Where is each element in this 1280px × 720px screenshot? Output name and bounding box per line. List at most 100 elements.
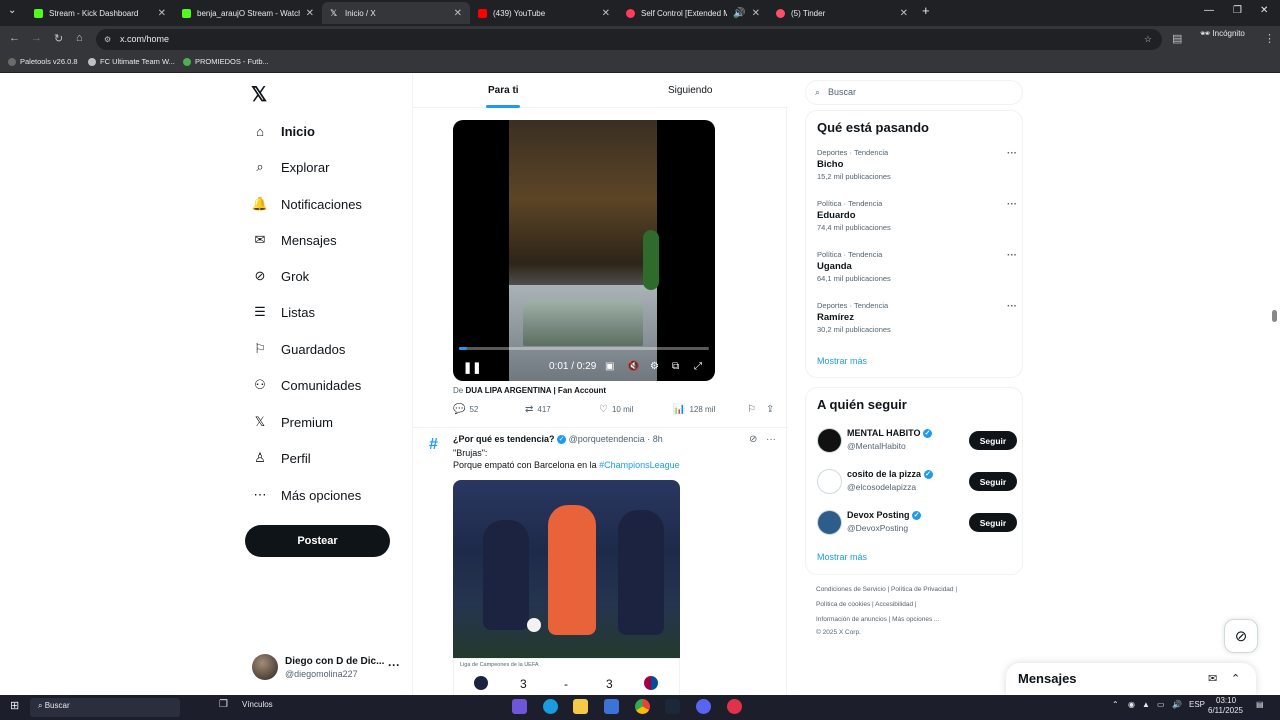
settings-icon[interactable]: ⚙	[650, 361, 659, 372]
search-input[interactable]: ⌕ Buscar	[805, 80, 1023, 105]
windows-start-icon[interactable]: ⊞	[10, 699, 19, 712]
tray-volume-icon[interactable]: 🔊	[1172, 700, 1182, 709]
tab-search-icon[interactable]: ⌄	[8, 5, 16, 16]
sidebar-item-perfil[interactable]: ♙ Perfil	[252, 448, 310, 468]
post-button[interactable]: Postear	[245, 525, 390, 557]
close-icon[interactable]: ✕	[752, 8, 760, 19]
tab-self-control[interactable]: Self Control [Extended Mix] 🔊 ✕	[618, 2, 768, 24]
hashtag-link[interactable]: #ChampionsLeague	[599, 460, 680, 470]
sidebar-item-premium[interactable]: 𝕏 Premium	[252, 412, 333, 432]
home-icon[interactable]: ⌂	[76, 32, 83, 44]
minimize-button[interactable]: —	[1204, 5, 1214, 16]
new-tab-button[interactable]: +	[922, 3, 930, 18]
sidebar-item-inicio[interactable]: ⌂ Inicio	[252, 121, 315, 141]
video-player[interactable]: ❚❚ 0:01 / 0:29 ▣ 🔇 ⚙ ⧉ ⤢	[453, 120, 715, 381]
reload-icon[interactable]: ↻	[54, 32, 63, 45]
bookmark-button[interactable]: ⚐	[747, 404, 756, 415]
edge-icon[interactable]	[543, 699, 558, 714]
taskbar-links[interactable]: Vínculos	[242, 700, 273, 709]
notification-center-icon[interactable]: ▤	[1256, 700, 1264, 709]
tab-kick-stream[interactable]: benja_araujO Stream - Watch L ✕	[174, 2, 322, 24]
back-icon[interactable]: ←	[9, 32, 20, 44]
sidebar-item-mensajes[interactable]: ✉ Mensajes	[252, 230, 337, 250]
follow-button[interactable]: Seguir	[969, 472, 1017, 491]
tab-youtube[interactable]: (439) YouTube ✕	[470, 2, 618, 24]
copilot-icon[interactable]	[512, 699, 527, 714]
site-info-icon[interactable]: ⚙	[104, 29, 111, 50]
close-icon[interactable]: ✕	[306, 8, 314, 19]
maximize-button[interactable]: ❐	[1233, 5, 1242, 16]
tray-chevron-icon[interactable]: ⌃	[1112, 700, 1119, 709]
close-icon[interactable]: ✕	[900, 8, 908, 19]
tab-x-home[interactable]: 𝕏 Inicio / X ✕	[322, 2, 470, 24]
address-bar[interactable]: ⚙ x.com/home ☆	[96, 29, 1162, 50]
more-icon[interactable]: ···	[1007, 250, 1017, 261]
tray-app-icon[interactable]: ◉	[1128, 700, 1135, 709]
taskbar-search[interactable]: ⌕ Buscar	[30, 698, 180, 717]
follow-button[interactable]: Seguir	[969, 431, 1017, 450]
grok-button[interactable]: ⊘	[1224, 619, 1258, 653]
more-icon[interactable]: ···	[766, 434, 776, 445]
more-icon[interactable]: ···	[388, 658, 400, 672]
show-more-follows-link[interactable]: Mostrar más	[817, 552, 867, 562]
chrome-icon[interactable]	[635, 699, 650, 714]
expand-icon[interactable]: ⌃	[1231, 672, 1240, 685]
file-explorer-icon[interactable]	[573, 699, 588, 714]
trend-item[interactable]: Política · Tendencia Uganda 64,1 mil publi…	[817, 250, 1017, 290]
trend-item[interactable]: Deportes · Tendencia Bicho 15,2 mil public…	[817, 148, 1017, 188]
clock-date[interactable]: 6/11/2025	[1208, 706, 1243, 715]
x-logo-icon[interactable]: 𝕏	[251, 82, 267, 107]
close-window-button[interactable]: ✕	[1260, 5, 1268, 16]
more-icon[interactable]: ···	[1007, 148, 1017, 159]
app-icon[interactable]	[727, 699, 742, 714]
mute-icon[interactable]: 🔊	[733, 8, 745, 19]
show-more-trends-link[interactable]: Mostrar más	[817, 356, 867, 366]
video-progress-bar[interactable]	[459, 347, 709, 350]
follow-button[interactable]: Seguir	[969, 513, 1017, 532]
close-icon[interactable]: ✕	[454, 8, 462, 19]
sidebar-item-comunidades[interactable]: ⚇ Comunidades	[252, 375, 361, 395]
sidebar-item-grok[interactable]: ⊘ Grok	[252, 266, 310, 286]
messages-dock[interactable]: Mensajes ✉ ⌃	[1006, 663, 1256, 695]
forward-icon[interactable]: →	[31, 32, 42, 44]
sidebar-item-notificaciones[interactable]: 🔔 Notificaciones	[252, 194, 362, 214]
new-message-icon[interactable]: ✉	[1208, 672, 1217, 685]
steam-icon[interactable]	[665, 699, 680, 714]
follow-suggestion[interactable]: Devox Posting ✓ @DevoxPosting Seguir	[817, 509, 1017, 537]
tab-tinder[interactable]: (5) Tinder ✕	[768, 2, 916, 24]
footer-links[interactable]: Condiciones de Servicio | Política de Pr…	[816, 586, 957, 593]
pause-icon[interactable]: ❚❚	[463, 361, 481, 374]
sidebar-item-listas[interactable]: ☰ Listas	[252, 302, 315, 322]
close-icon[interactable]: ✕	[602, 8, 610, 19]
sidebar-item-explorar[interactable]: ⌕ Explorar	[252, 157, 329, 177]
menu-icon[interactable]: ⋮	[1264, 32, 1275, 45]
footer-links[interactable]: Política de cookies | Accesibilidad |	[816, 601, 917, 608]
tab-siguiendo[interactable]: Siguiendo	[668, 85, 712, 96]
language-indicator[interactable]: ESP	[1189, 700, 1205, 709]
clock-time[interactable]: 03:10	[1216, 696, 1236, 705]
extensions-icon[interactable]: ▤	[1172, 32, 1182, 45]
scrollbar[interactable]	[1272, 310, 1277, 322]
close-icon[interactable]: ✕	[158, 8, 166, 19]
tray-network-icon[interactable]: ▭	[1157, 700, 1165, 709]
pip-icon[interactable]: ⧉	[672, 361, 679, 372]
share-button[interactable]: ⇪	[766, 404, 774, 415]
task-view-icon[interactable]: ❐	[219, 699, 228, 710]
bookmark-promiedos[interactable]: PROMIEDOS - Futb...	[183, 57, 269, 66]
tab-para-ti[interactable]: Para ti	[488, 85, 519, 96]
fullscreen-icon[interactable]: ⤢	[694, 361, 702, 372]
store-icon[interactable]	[604, 699, 619, 714]
tab-kick-dashboard[interactable]: Stream - Kick Dashboard ✕	[26, 2, 174, 24]
bookmark-paletools[interactable]: Paletools v26.0.8	[8, 57, 78, 66]
trend-item[interactable]: Política · Tendencia Eduardo 74,4 mil publ…	[817, 199, 1017, 239]
video-source-link[interactable]: DUA LIPA ARGENTINA | Fan Account	[465, 386, 606, 395]
mute-icon[interactable]: 🔇	[627, 361, 639, 372]
footer-links[interactable]: Información de anuncios | Más opciones .…	[816, 616, 939, 623]
more-icon[interactable]: ···	[1007, 301, 1017, 312]
more-icon[interactable]: ···	[1007, 199, 1017, 210]
trend-item[interactable]: Deportes · Tendencia Ramírez 30,2 mil publ…	[817, 301, 1017, 341]
sidebar-item-guardados[interactable]: ⚐ Guardados	[252, 339, 345, 359]
grok-icon[interactable]: ⊘	[749, 434, 757, 445]
discord-icon[interactable]	[696, 699, 711, 714]
tweet-photo[interactable]	[453, 480, 680, 658]
